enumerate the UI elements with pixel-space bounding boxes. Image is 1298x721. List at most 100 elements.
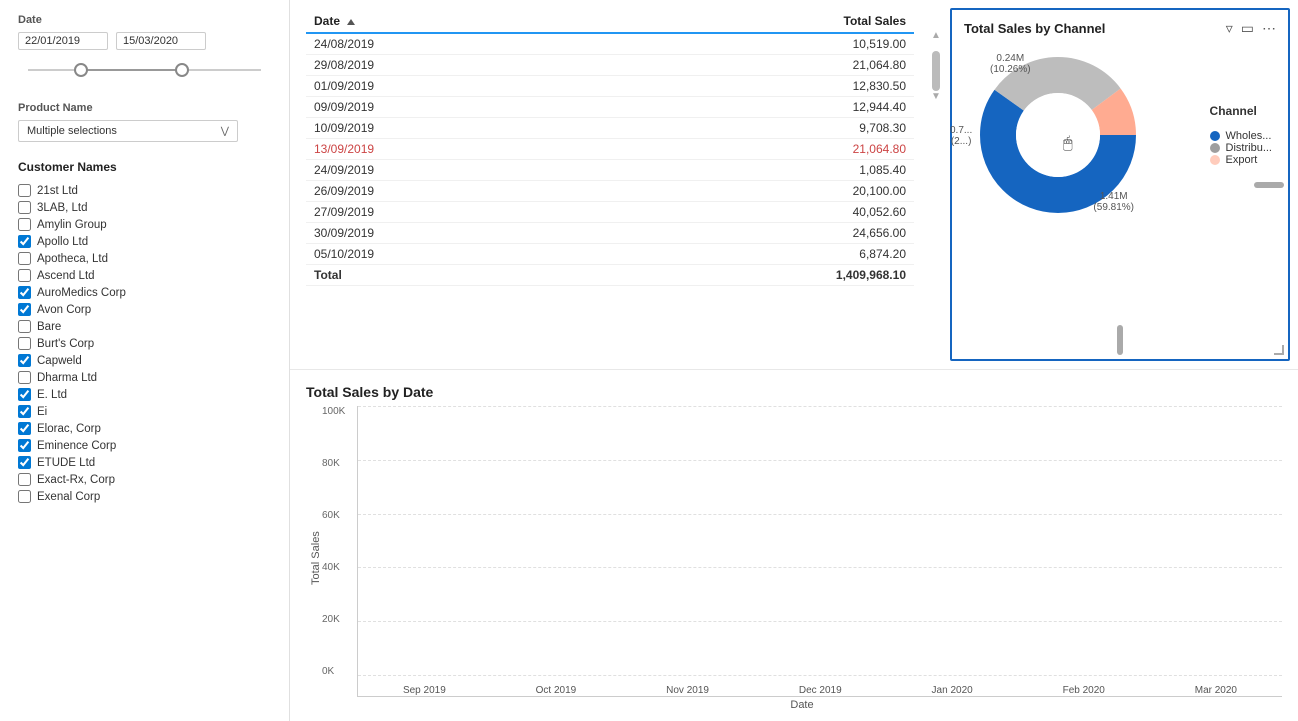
table-row[interactable]: 30/09/201924,656.00 [306, 223, 914, 244]
table-cell-sales: 12,944.40 [591, 97, 914, 118]
table-scrollbar[interactable]: ▲ ▼ [930, 0, 942, 369]
y-axis-tick: 20K [322, 614, 357, 625]
product-filter-section: Product Name Multiple selections ⋁ [18, 102, 271, 142]
table-row[interactable]: 01/09/201912,830.50 [306, 76, 914, 97]
customer-checkbox[interactable] [18, 371, 31, 384]
x-axis-label: Nov 2019 [666, 685, 709, 696]
scroll-up-arrow[interactable]: ▲ [931, 30, 941, 41]
y-axis-tick: 60K [322, 510, 357, 521]
customer-checkbox[interactable] [18, 354, 31, 367]
legend-item[interactable]: Export [1210, 154, 1272, 166]
slider-thumb-right[interactable] [175, 63, 189, 77]
table-cell-date: 05/10/2019 [306, 244, 591, 265]
table-row[interactable]: 10/09/20199,708.30 [306, 118, 914, 139]
y-axis-label: Total Sales [306, 406, 322, 711]
legend-color-dot [1210, 143, 1220, 153]
list-item: 21st Ltd [18, 182, 271, 199]
table-header-sales[interactable]: Total Sales [591, 10, 914, 33]
customer-checkbox[interactable] [18, 303, 31, 316]
table-cell-date: 30/09/2019 [306, 223, 591, 244]
list-item: Apollo Ltd [18, 233, 271, 250]
list-item: ETUDE Ltd [18, 454, 271, 471]
table-cell-date: 26/09/2019 [306, 181, 591, 202]
scroll-down-arrow[interactable]: ▼ [931, 91, 941, 102]
table-cell-sales: 40,052.60 [591, 202, 914, 223]
chevron-down-icon: ⋁ [221, 126, 229, 137]
list-item: Burt's Corp [18, 335, 271, 352]
table-row[interactable]: 26/09/201920,100.00 [306, 181, 914, 202]
donut-chart: 0.24M (10.26%) 0.7... (2...) 1.41M (59.8… [968, 45, 1148, 225]
resize-handle-right[interactable] [1254, 182, 1284, 188]
legend-item[interactable]: Wholes... [1210, 130, 1272, 142]
table-cell-sales: 12,830.50 [591, 76, 914, 97]
customer-checkbox[interactable] [18, 218, 31, 231]
table-cell-date: 29/08/2019 [306, 55, 591, 76]
resize-handle-bottom[interactable] [1117, 325, 1123, 355]
table-cell-date: 09/09/2019 [306, 97, 591, 118]
more-options-icon[interactable]: ⋯ [1262, 20, 1276, 37]
customer-checkbox[interactable] [18, 252, 31, 265]
date-range-slider[interactable] [18, 56, 271, 84]
customer-checkbox[interactable] [18, 269, 31, 282]
product-filter-label: Product Name [18, 102, 271, 114]
customer-checkbox[interactable] [18, 439, 31, 452]
customer-checkbox[interactable] [18, 286, 31, 299]
customer-name: Elorac, Corp [37, 423, 101, 435]
list-item: Exact-Rx, Corp [18, 471, 271, 488]
sales-table: Date Total Sales 24/08/201910,519.0029/0… [306, 10, 914, 286]
table-row[interactable]: 09/09/201912,944.40 [306, 97, 914, 118]
list-item: Exenal Corp [18, 488, 271, 505]
table-row[interactable]: 27/09/201940,052.60 [306, 202, 914, 223]
legend-item[interactable]: Distribu... [1210, 142, 1272, 154]
customer-name: E. Ltd [37, 389, 67, 401]
customer-name: Exenal Corp [37, 491, 100, 503]
slider-thumb-left[interactable] [74, 63, 88, 77]
product-dropdown[interactable]: Multiple selections ⋁ [18, 120, 238, 142]
customer-list: 21st Ltd3LAB, LtdAmylin GroupApollo LtdA… [18, 182, 271, 505]
customer-filter-label: Customer Names [18, 160, 271, 174]
customer-checkbox[interactable] [18, 201, 31, 214]
customer-checkbox[interactable] [18, 388, 31, 401]
table-row[interactable]: 05/10/20196,874.20 [306, 244, 914, 265]
customer-checkbox[interactable] [18, 456, 31, 469]
date-to-input[interactable] [116, 32, 206, 50]
table-row[interactable]: 29/08/201921,064.80 [306, 55, 914, 76]
customer-name: AuroMedics Corp [37, 287, 126, 299]
customer-checkbox[interactable] [18, 320, 31, 333]
table-cell-sales: 10,519.00 [591, 33, 914, 55]
donut-label-bottom: 1.41M (59.81%) [1093, 191, 1134, 213]
customer-checkbox[interactable] [18, 473, 31, 486]
table-header-date[interactable]: Date [306, 10, 591, 33]
table-row[interactable]: 24/08/201910,519.00 [306, 33, 914, 55]
customer-name: 21st Ltd [37, 185, 78, 197]
resize-handle-corner[interactable] [1274, 345, 1284, 355]
customer-checkbox[interactable] [18, 405, 31, 418]
customer-checkbox[interactable] [18, 422, 31, 435]
table-cell-sales: 9,708.30 [591, 118, 914, 139]
y-axis-tick: 40K [322, 562, 357, 573]
table-row[interactable]: 24/09/20191,085.40 [306, 160, 914, 181]
donut-chart-title: Total Sales by Channel [964, 21, 1105, 36]
list-item: Avon Corp [18, 301, 271, 318]
sales-table-area: Date Total Sales 24/08/201910,519.0029/0… [290, 0, 930, 369]
table-row[interactable]: 13/09/201921,064.80 [306, 139, 914, 160]
customer-checkbox[interactable] [18, 184, 31, 197]
customer-checkbox[interactable] [18, 235, 31, 248]
customer-name: Burt's Corp [37, 338, 94, 350]
customer-filter-section: Customer Names 21st Ltd3LAB, LtdAmylin G… [18, 160, 271, 505]
top-area: Date Total Sales 24/08/201910,519.0029/0… [290, 0, 1298, 370]
date-inputs [18, 32, 271, 50]
donut-header: Total Sales by Channel ▿ ▭ ⋯ [964, 20, 1276, 37]
table-cell-sales: 21,064.80 [591, 139, 914, 160]
scroll-thumb[interactable] [932, 51, 940, 91]
x-axis-label: Mar 2020 [1195, 685, 1237, 696]
table-cell-date: 27/09/2019 [306, 202, 591, 223]
table-cell-sales: 24,656.00 [591, 223, 914, 244]
customer-checkbox[interactable] [18, 337, 31, 350]
list-item: E. Ltd [18, 386, 271, 403]
expand-icon[interactable]: ▭ [1241, 20, 1254, 37]
filter-icon[interactable]: ▿ [1226, 20, 1233, 37]
slider-fill [86, 69, 179, 71]
date-from-input[interactable] [18, 32, 108, 50]
customer-checkbox[interactable] [18, 490, 31, 503]
